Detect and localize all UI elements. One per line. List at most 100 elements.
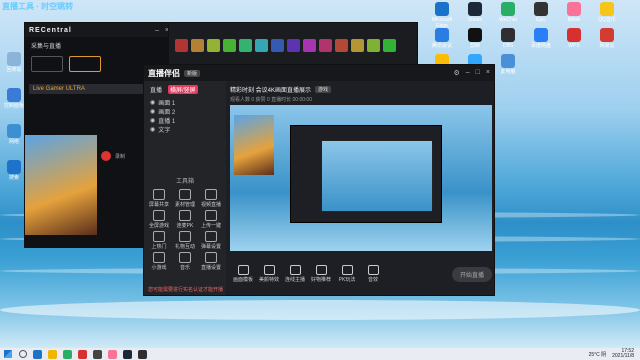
action-label: 连线主播 <box>284 277 305 283</box>
desktop-icon[interactable]: WPS <box>560 28 588 49</box>
action-label: 好物推荐 <box>310 277 331 283</box>
stream-tag[interactable]: 游戏 <box>315 86 332 93</box>
game-thumbnail[interactable] <box>303 39 316 52</box>
version-badge: 新版 <box>184 69 201 77</box>
app-icon <box>435 28 449 42</box>
stream-mode-button[interactable] <box>31 56 63 72</box>
game-thumbnail[interactable] <box>367 39 380 52</box>
tool-button[interactable]: 素材管理 <box>172 189 198 208</box>
eye-icon[interactable]: ◉ <box>150 108 155 115</box>
game-thumbnail[interactable] <box>223 39 236 52</box>
game-thumbnail[interactable] <box>287 39 300 52</box>
game-thumbnail[interactable] <box>207 39 220 52</box>
close-icon[interactable]: × <box>486 69 490 77</box>
tool-label: 上传一键 <box>200 223 221 229</box>
scene-panel: 直播 横屏/竖屏 ◉ 画面 1 ◉ 画面 2 ◉ 直播 1 ◉ 文字 工具箱 屏幕共享 素材管理… <box>144 81 226 295</box>
desktop-icon-label: WeChat <box>499 17 517 23</box>
stream-title[interactable]: 精彩时刻 会议4K画面直播展示 <box>230 85 311 94</box>
taskbar-app-icon[interactable] <box>123 349 132 359</box>
desktop-icon[interactable]: 此电脑 <box>494 54 522 75</box>
desktop-icon[interactable]: Microsoft Edge <box>428 2 456 29</box>
taskbar-app-icon[interactable] <box>48 349 57 359</box>
tool-button[interactable]: 上热门 <box>146 231 172 250</box>
tool-icon <box>179 210 191 221</box>
minimize-icon[interactable]: – <box>466 69 470 77</box>
desktop-icon-label: 网易云 <box>599 43 615 49</box>
start-live-button[interactable]: 开始直播 <box>451 266 492 282</box>
bottom-action-button[interactable]: 画面模板 <box>230 265 256 283</box>
tool-button[interactable]: 屏幕共享 <box>146 189 172 208</box>
weather-text[interactable]: 25°C 阴 <box>589 351 607 358</box>
bottom-action-button[interactable]: 美颜特效 <box>256 265 282 283</box>
nested-window <box>290 125 442 223</box>
record-mode-button[interactable] <box>69 56 101 72</box>
bottom-action-button[interactable]: 好物推荐 <box>308 265 334 283</box>
desktop-icon[interactable]: WeChat <box>494 2 522 23</box>
game-thumbnail[interactable] <box>319 39 332 52</box>
windows-start-icon[interactable] <box>4 350 12 358</box>
tool-button[interactable]: 连麦PK <box>172 210 198 229</box>
eye-icon[interactable]: ◉ <box>150 117 155 124</box>
game-thumbnail[interactable] <box>239 39 252 52</box>
scene-item[interactable]: ◉ 画面 1 <box>144 98 226 107</box>
scene-item[interactable]: ◉ 画面 2 <box>144 107 226 116</box>
eye-icon[interactable]: ◉ <box>150 126 155 133</box>
bottom-action-button[interactable]: PK玩法 <box>334 265 360 283</box>
game-thumbnail[interactable] <box>383 39 396 52</box>
taskbar-app-icon[interactable] <box>138 349 147 359</box>
desktop-icon[interactable]: Epic <box>527 2 555 23</box>
desktop-icon[interactable]: 剪映 <box>461 28 489 49</box>
taskbar-app-icon[interactable] <box>108 349 117 359</box>
tool-button[interactable]: 上传一键 <box>198 210 224 229</box>
bottom-action-button[interactable]: 连线主播 <box>282 265 308 283</box>
game-thumbnail[interactable] <box>335 39 348 52</box>
settings-icon[interactable]: ⚙ <box>453 69 459 77</box>
desktop-icon-label: Bilibili <box>567 17 581 23</box>
bottom-action-button[interactable]: 音效 <box>360 265 386 283</box>
tab-live[interactable]: 直播 <box>150 85 162 94</box>
tab-orientation[interactable]: 横屏/竖屏 <box>168 85 198 94</box>
taskbar-app-icon[interactable] <box>93 349 102 359</box>
game-thumbnail[interactable] <box>255 39 268 52</box>
record-button[interactable] <box>101 151 111 161</box>
game-thumbnail[interactable] <box>271 39 284 52</box>
clock-date[interactable]: 2021/11/8 <box>612 354 634 359</box>
desktop-icon[interactable]: 百度网盘 <box>527 28 555 49</box>
taskbar-app-icon[interactable] <box>78 349 87 359</box>
tool-label: 视频直播 <box>200 202 221 208</box>
tool-icon <box>205 231 217 242</box>
eye-icon[interactable]: ◉ <box>150 99 155 106</box>
app-logo: 直播伴侣 <box>148 68 180 78</box>
desktop-icon[interactable]: OBS <box>494 28 522 49</box>
app-icon <box>501 28 515 42</box>
desktop-icon[interactable]: Steam <box>461 2 489 23</box>
maximize-icon[interactable]: □ <box>476 69 480 77</box>
taskbar-app-icon[interactable] <box>33 349 42 359</box>
toolbox-label: 工具箱 <box>175 179 194 185</box>
desktop-icon[interactable]: 腾讯会议 <box>428 28 456 49</box>
tool-button[interactable]: 弹幕设置 <box>198 231 224 250</box>
app-icon <box>435 2 449 16</box>
scene-label: 画面 1 <box>158 101 176 107</box>
minimize-icon[interactable]: – <box>155 27 159 34</box>
tool-button[interactable]: 礼物互动 <box>172 231 198 250</box>
app-icon <box>501 54 515 68</box>
scene-item[interactable]: ◉ 文字 <box>144 125 226 134</box>
game-thumbnail[interactable] <box>351 39 364 52</box>
desktop-icon[interactable]: Bilibili <box>560 2 588 23</box>
desktop-icon[interactable]: 网易云 <box>593 28 621 49</box>
tool-button[interactable]: 视频直播 <box>198 189 224 208</box>
tool-button[interactable]: 全屏游戏 <box>146 210 172 229</box>
game-thumbnail[interactable] <box>191 39 204 52</box>
search-icon[interactable] <box>19 350 27 358</box>
game-thumbnail[interactable] <box>175 39 188 52</box>
tool-button[interactable]: 音乐 <box>172 252 198 271</box>
desktop-icon[interactable]: QQ音乐 <box>593 2 621 23</box>
game-preview <box>25 135 97 235</box>
tool-button[interactable]: 小游戏 <box>146 252 172 271</box>
scene-item[interactable]: ◉ 直播 1 <box>144 116 226 125</box>
recentral-titlebar: RECentral – × <box>25 23 173 37</box>
tool-icon <box>205 210 217 221</box>
taskbar-app-icon[interactable] <box>63 349 72 359</box>
tool-button[interactable]: 直播设置 <box>198 252 224 271</box>
